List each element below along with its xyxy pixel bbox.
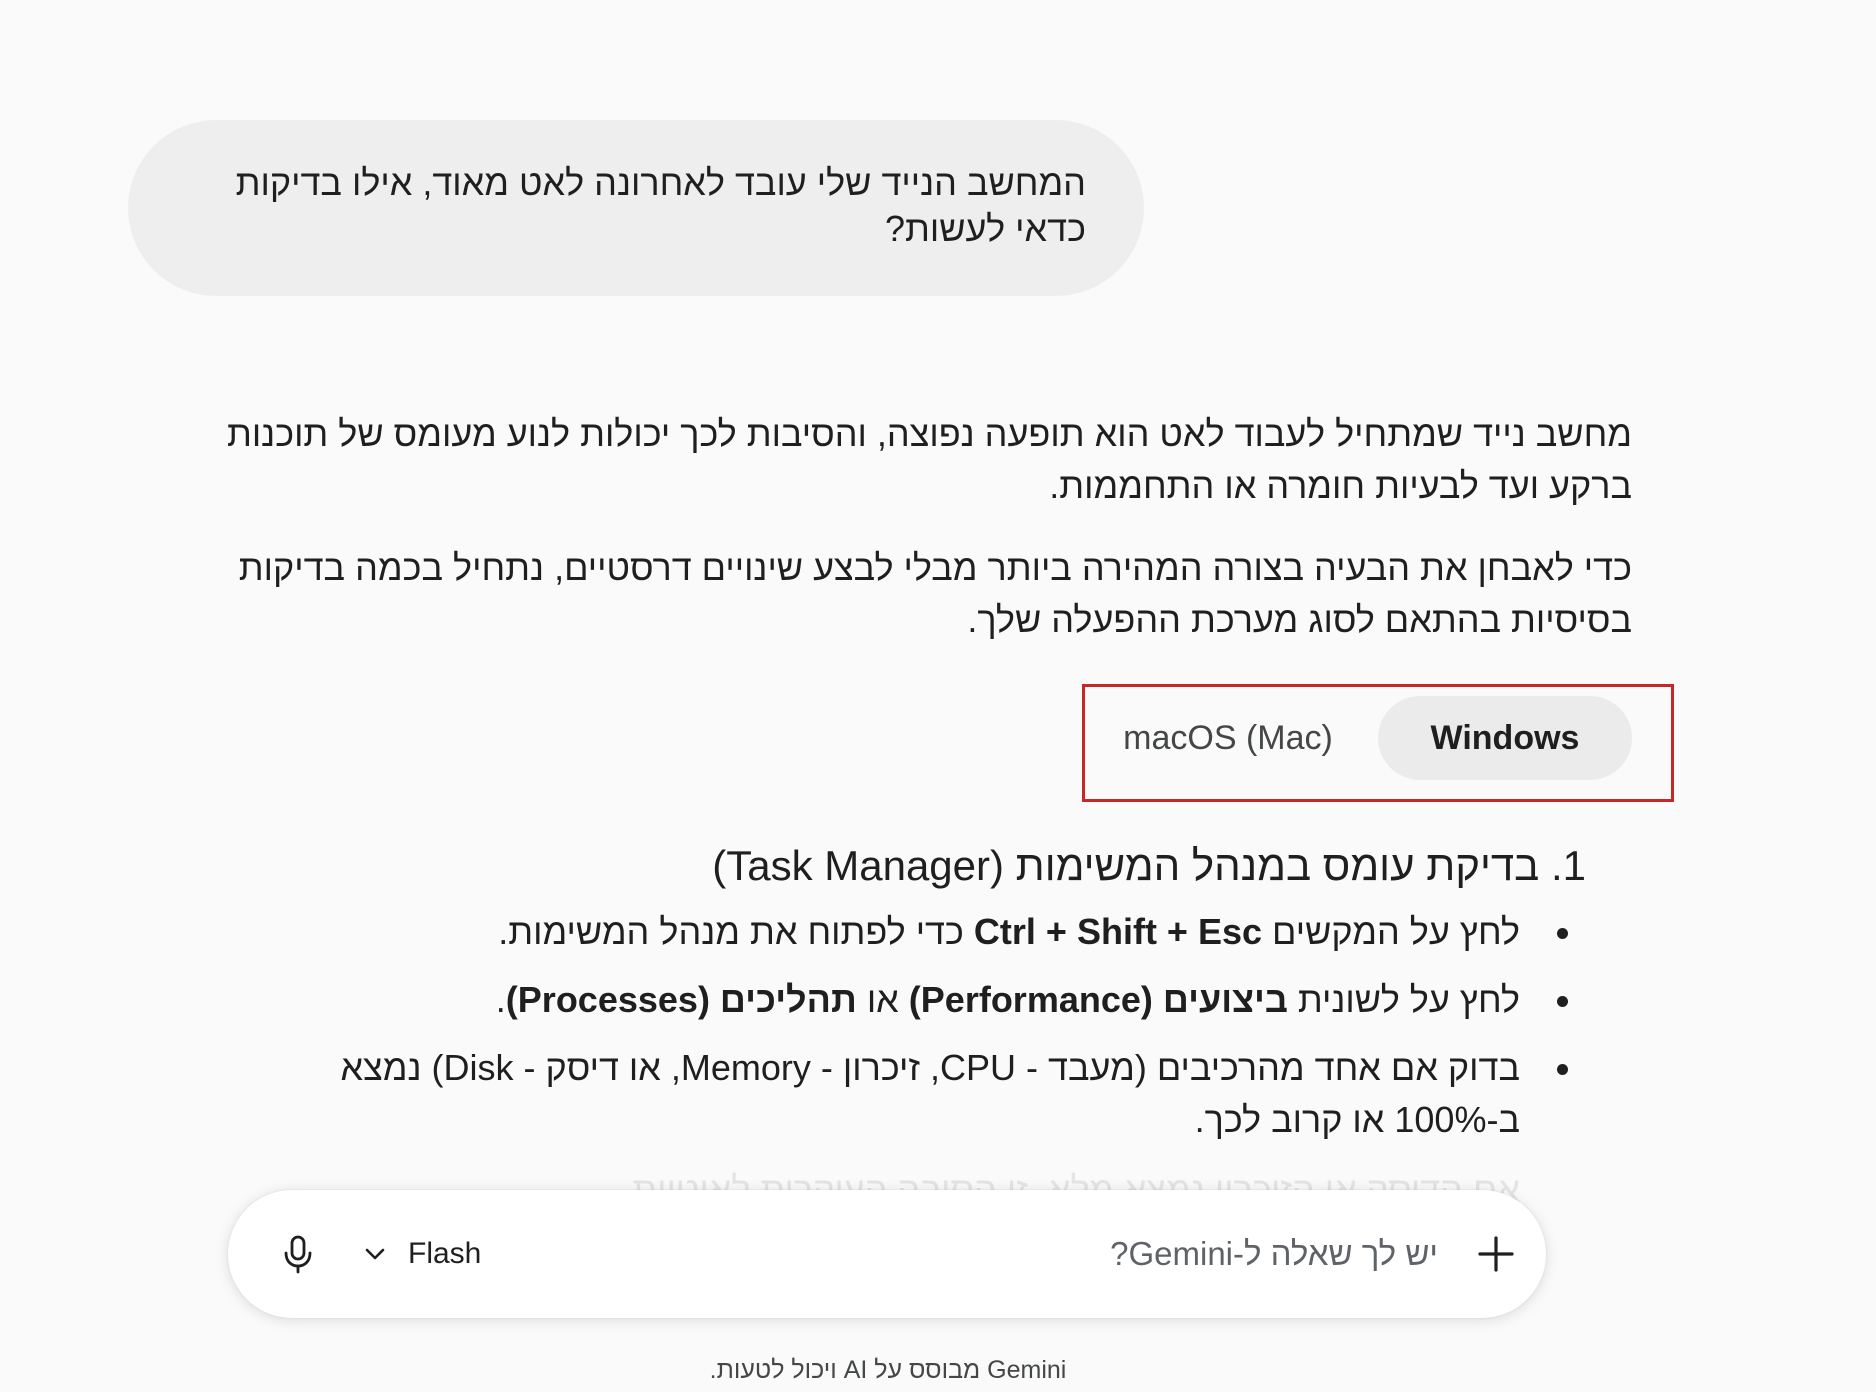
response-paragraph-2: כדי לאבחן את הבעיה בצורה המהירה ביותר מב… [238, 547, 1632, 640]
tab-macos-label: macOS (Mac) [1123, 718, 1333, 757]
disclaimer-text: Gemini מבוסס על AI ויכול לטעות. [709, 1356, 1067, 1384]
list-item: לחץ על לשונית ביצועים (Performance) או ת… [250, 974, 1572, 1026]
tab-windows[interactable]: Windows [1378, 696, 1632, 780]
response-body: מחשב נייד שמתחיל לעבוד לאט הוא תופעה נפו… [180, 408, 1632, 676]
bullet-dot [1557, 928, 1568, 939]
section-heading: 1. בדיקת עומס במנהל המשימות (Task Manage… [712, 842, 1586, 889]
prompt-input[interactable] [828, 1222, 1438, 1286]
shortcut-keys: Ctrl + Shift + Esc [973, 911, 1263, 952]
instructions-list: לחץ על המקשים Ctrl + Shift + Esc כדי לפת… [250, 906, 1572, 1162]
bullet-dot [1557, 1064, 1568, 1075]
add-button[interactable] [1466, 1224, 1526, 1284]
response-paragraph-1: מחשב נייד שמתחיל לעבוד לאט הוא תופעה נפו… [226, 413, 1632, 506]
processes-tab-name: תהליכים (Processes) [505, 979, 857, 1020]
list-item: לחץ על המקשים Ctrl + Shift + Esc כדי לפת… [250, 906, 1572, 958]
model-label: Flash [408, 1237, 482, 1270]
plus-icon [1478, 1236, 1514, 1272]
model-picker[interactable]: Flash [362, 1224, 481, 1284]
microphone-icon [284, 1235, 312, 1274]
prompt-composer: Flash [228, 1190, 1546, 1318]
performance-tab-name: ביצועים (Performance) [908, 979, 1288, 1020]
bullet-dot [1557, 996, 1568, 1007]
tab-macos[interactable]: macOS (Mac) [1108, 696, 1348, 780]
list-item: בדוק אם אחד מהרכיבים (מעבד - CPU, זיכרון… [250, 1042, 1572, 1146]
chevron-down-icon [365, 1248, 385, 1260]
user-message-bubble: המחשב הנייד שלי עובד לאחרונה לאט מאוד, א… [128, 120, 1144, 296]
tab-windows-label: Windows [1430, 718, 1580, 757]
microphone-button[interactable] [268, 1224, 328, 1284]
user-message-text: המחשב הנייד שלי עובד לאחרונה לאט מאוד, א… [235, 162, 1086, 249]
